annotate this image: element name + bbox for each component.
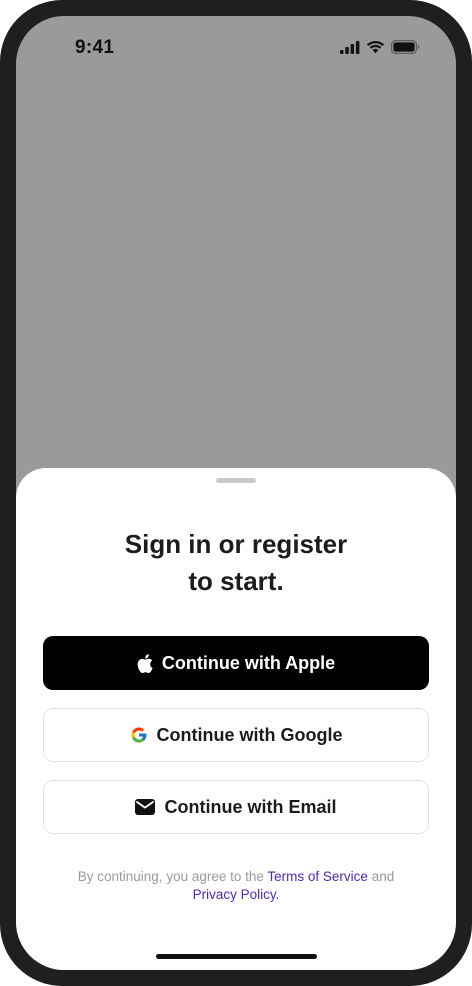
continue-with-email-button[interactable]: Continue with Email [43,780,429,834]
continue-with-apple-button[interactable]: Continue with Apple [43,636,429,690]
sheet-title-line-2: to start. [188,566,284,596]
continue-with-google-label: Continue with Google [156,724,343,745]
battery-icon [391,40,420,54]
sign-in-sheet: Sign in or register to start. Continue w… [16,468,456,970]
continue-with-apple-label: Continue with Apple [161,652,336,673]
legal-prefix: By continuing, you agree to the [77,869,268,884]
terms-of-service-link[interactable]: Terms of Service [267,869,368,884]
envelope-icon [135,799,156,815]
continue-with-email-label: Continue with Email [164,796,337,817]
phone-frame: 9:41 Sign in or register to start. Conti… [0,0,472,986]
sheet-grabber[interactable] [216,478,256,483]
status-icons [340,40,420,54]
status-time: 9:41 [75,37,115,58]
sheet-title-line-1: Sign in or register [124,529,348,559]
google-logo-icon [130,726,148,744]
sheet-title: Sign in or register to start. [16,526,456,600]
home-indicator[interactable] [156,954,317,959]
legal-middle: and [367,869,395,884]
privacy-policy-link[interactable]: Privacy Policy. [193,887,280,902]
status-bar: 9:41 [16,16,456,82]
cellular-signal-icon [340,40,360,54]
continue-with-google-button[interactable]: Continue with Google [43,708,429,762]
legal-notice: By continuing, you agree to the Terms of… [46,868,426,904]
wifi-icon [366,40,385,54]
apple-logo-icon [137,653,153,673]
screen: 9:41 Sign in or register to start. Conti… [16,16,456,970]
